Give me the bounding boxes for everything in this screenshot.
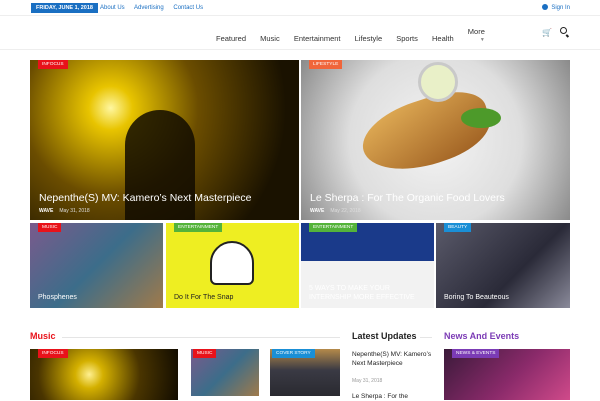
hero-author-2[interactable]: WAVE — [310, 208, 324, 214]
hero-meta-1: WAVE May 31, 2018 — [39, 208, 90, 214]
sign-in-label: Sign In — [551, 5, 570, 11]
sign-in-link[interactable]: Sign In — [542, 3, 570, 13]
cart-icon[interactable]: 🛒 — [542, 28, 552, 37]
hero-card-2[interactable]: LIFESTYLE Le Sherpa : For The Organic Fo… — [301, 60, 570, 220]
nav-item-entertainment[interactable]: Entertainment — [294, 34, 341, 43]
music-small-tag-2[interactable]: COVER STORY — [272, 349, 315, 358]
hero-title-1[interactable]: Nepenthe(S) MV: Kamero’s Next Masterpiec… — [39, 192, 251, 204]
nav-menu: Featured Music Entertainment Lifestyle S… — [216, 27, 509, 43]
grid-tag-3[interactable]: ENTERTAINMENT — [309, 223, 358, 232]
grid-card-1[interactable]: MUSIC Phosphenes — [30, 223, 163, 308]
grid-tag-1[interactable]: MUSIC — [38, 223, 62, 232]
section-divider-updates — [420, 337, 432, 338]
chevron-down-icon: ▼ — [479, 37, 485, 43]
section-title-updates: Latest Updates — [352, 331, 417, 341]
nav-item-more[interactable]: More ▼ — [468, 27, 497, 43]
news-card[interactable]: NEWS & EVENTS — [444, 349, 570, 400]
nav-item-featured[interactable]: Featured — [216, 34, 246, 43]
hero-card-1[interactable]: INFOCUS Nepenthe(S) MV: Kamero’s Next Ma… — [30, 60, 299, 220]
hero-date-1: May 31, 2018 — [59, 208, 90, 214]
hero-image-glass — [418, 62, 458, 102]
grid-card-3[interactable]: ENTERTAINMENT 5 WAYS TO MAKE YOUR INTERN… — [301, 223, 434, 308]
grid-tag-2[interactable]: ENTERTAINMENT — [174, 223, 223, 232]
about-us-link[interactable]: About Us — [100, 5, 125, 11]
nav-item-sports[interactable]: Sports — [396, 34, 418, 43]
user-icon — [542, 4, 549, 10]
hero-tag-2[interactable]: LIFESTYLE — [309, 60, 343, 69]
section-divider-music — [62, 337, 340, 338]
music-small-card-2[interactable]: COVER STORY — [270, 349, 340, 396]
grid-title-3[interactable]: 5 WAYS TO MAKE YOUR INTERNSHIP MORE EFFE… — [309, 284, 429, 302]
main-nav: Featured Music Entertainment Lifestyle S… — [0, 16, 600, 50]
music-small-card-1[interactable]: MUSIC — [191, 349, 259, 396]
music-small-tag-1[interactable]: MUSIC — [193, 349, 217, 358]
music-main-card[interactable]: INFOCUS — [30, 349, 178, 400]
grid-title-1[interactable]: Phosphenes — [38, 293, 77, 302]
grid-title-2[interactable]: Do It For The Snap — [174, 293, 233, 302]
nav-item-music[interactable]: Music — [260, 34, 280, 43]
hero-meta-2: WAVE May 22, 2018 — [310, 208, 361, 214]
hero-tag-1[interactable]: INFOCUS — [38, 60, 68, 69]
top-bar: FRIDAY, JUNE 1, 2018 About Us Advertisin… — [0, 0, 600, 16]
grid-card-4[interactable]: BEAUTY Boring To Beauteous — [436, 223, 570, 308]
nav-item-health[interactable]: Health — [432, 34, 454, 43]
advertising-link[interactable]: Advertising — [134, 5, 164, 11]
nav-item-lifestyle[interactable]: Lifestyle — [355, 34, 383, 43]
section-title-news[interactable]: News And Events — [444, 331, 519, 341]
nav-more-label: More — [467, 27, 485, 36]
hero-title-2[interactable]: Le Sherpa : For The Organic Food Lovers — [310, 192, 505, 204]
contact-us-link[interactable]: Contact Us — [173, 5, 203, 11]
grid-title-4[interactable]: Boring To Beauteous — [444, 293, 509, 302]
hero-author-1[interactable]: WAVE — [39, 208, 53, 214]
music-main-tag[interactable]: INFOCUS — [38, 349, 68, 358]
date-badge: FRIDAY, JUNE 1, 2018 — [31, 3, 98, 13]
top-links: About Us Advertising Contact Us — [100, 3, 211, 13]
hero-date-2: May 22, 2018 — [330, 208, 361, 214]
hero-image-greens — [461, 108, 501, 128]
section-title-music[interactable]: Music — [30, 331, 56, 341]
news-tag[interactable]: NEWS & EVENTS — [452, 349, 500, 358]
update-date-1: May 31, 2018 — [352, 378, 383, 384]
grid-card-2[interactable]: ENTERTAINMENT Do It For The Snap — [166, 223, 299, 308]
update-title-1[interactable]: Nepenthe(S) MV: Kamero’s Next Masterpiec… — [352, 350, 432, 368]
snapchat-ghost-icon — [210, 241, 254, 285]
search-icon[interactable] — [560, 27, 567, 34]
grid-tag-4[interactable]: BEAUTY — [444, 223, 472, 232]
